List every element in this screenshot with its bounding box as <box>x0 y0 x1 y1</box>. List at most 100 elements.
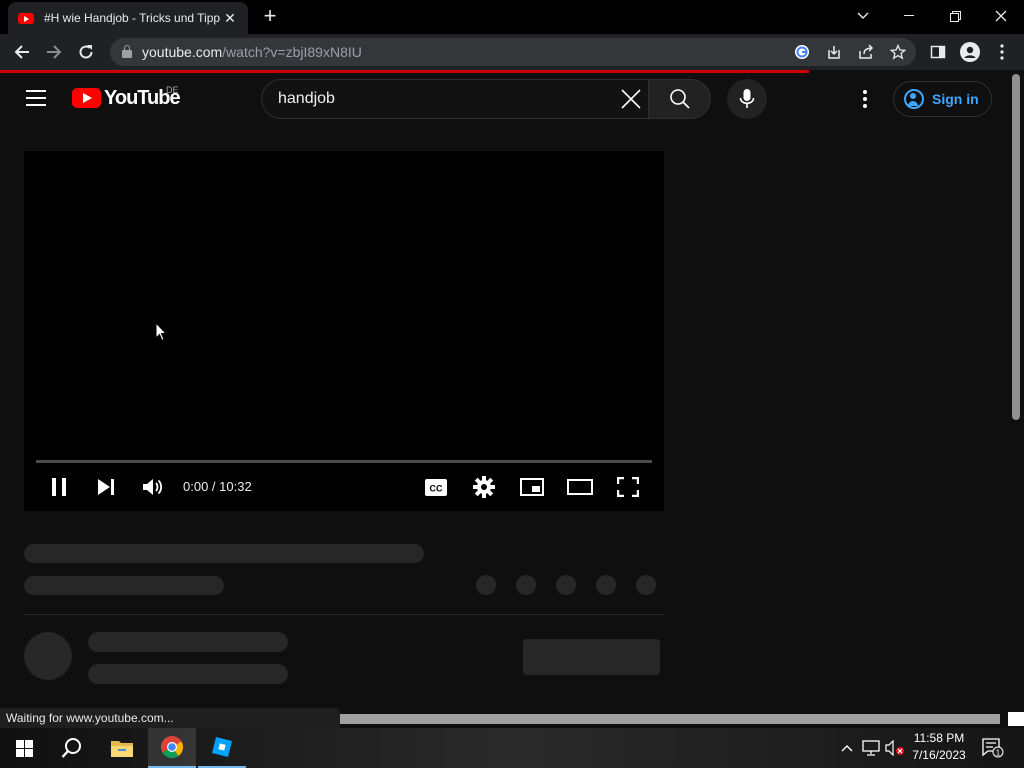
channel-avatar-skeleton <box>24 632 72 680</box>
cc-icon: CC <box>425 478 447 496</box>
action-skeleton <box>596 575 616 595</box>
side-panel-icon <box>930 45 946 59</box>
notification-icon: 1 <box>982 738 1004 758</box>
minimize-button[interactable] <box>886 0 932 32</box>
action-skeleton <box>636 575 656 595</box>
theater-icon <box>567 479 593 495</box>
mute-button[interactable] <box>140 474 166 500</box>
tab-search-button[interactable] <box>840 0 886 32</box>
browser-tab[interactable]: #H wie Handjob - Tricks und Tipps ✕ <box>8 2 248 34</box>
volume-muted-icon <box>885 740 904 756</box>
action-skeleton <box>516 575 536 595</box>
views-skeleton <box>24 576 224 595</box>
pause-icon <box>52 478 66 496</box>
close-window-button[interactable] <box>978 0 1024 32</box>
profile-button[interactable] <box>960 42 980 62</box>
guide-menu-icon[interactable] <box>26 90 46 106</box>
reload-button[interactable] <box>74 40 98 64</box>
video-player[interactable] <box>24 151 664 511</box>
time-display: 0:00 / 10:32 <box>183 479 252 494</box>
clear-search-button[interactable] <box>618 86 644 112</box>
channel-name-skeleton <box>88 632 288 652</box>
chrome-taskbar-button[interactable] <box>148 728 196 768</box>
volume-tray-button[interactable] <box>884 738 906 758</box>
arrow-right-icon <box>47 45 62 59</box>
clock-time: 11:58 PM <box>913 731 965 745</box>
svg-text:CC: CC <box>430 483 443 493</box>
folder-icon <box>111 741 133 757</box>
network-button[interactable] <box>860 738 882 758</box>
youtube-favicon-icon <box>18 12 34 24</box>
skip-next-icon <box>98 479 114 495</box>
sign-in-label: Sign in <box>932 91 979 107</box>
settings-more-icon[interactable] <box>855 88 875 110</box>
network-icon <box>862 740 880 756</box>
next-video-button[interactable] <box>93 474 119 500</box>
miniplayer-button[interactable] <box>519 474 545 500</box>
page-load-progress <box>0 70 809 73</box>
miniplayer-icon <box>520 478 544 496</box>
status-bubble: Waiting for www.youtube.com... <box>0 708 340 728</box>
action-skeleton <box>476 575 496 595</box>
start-button[interactable] <box>0 728 48 768</box>
google-icon <box>795 45 809 59</box>
horizontal-scrollbar[interactable] <box>338 714 1000 724</box>
tab-title: #H wie Handjob - Tricks und Tipps <box>44 11 220 25</box>
share-icon <box>859 44 874 59</box>
search-icon <box>61 738 81 758</box>
close-icon <box>995 10 1007 22</box>
video-progress-bar[interactable] <box>36 460 652 463</box>
microphone-icon <box>739 89 755 108</box>
file-explorer-taskbar-button[interactable] <box>98 728 146 768</box>
browser-menu-button[interactable] <box>992 42 1012 62</box>
restore-button[interactable] <box>932 0 978 32</box>
forward-button[interactable] <box>42 40 66 64</box>
chevron-up-icon <box>841 745 853 752</box>
country-code: DE <box>166 85 179 95</box>
gear-icon <box>473 476 495 498</box>
back-button[interactable] <box>10 40 34 64</box>
notification-count: 1 <box>996 749 1001 758</box>
volume-icon <box>143 479 163 495</box>
roblox-studio-icon <box>212 737 232 757</box>
action-skeleton <box>556 575 576 595</box>
settings-button[interactable] <box>471 474 497 500</box>
install-app-button[interactable] <box>824 42 844 62</box>
bookmark-button[interactable] <box>888 42 908 62</box>
scrollbar-corner <box>1008 712 1024 726</box>
search-button[interactable] <box>648 79 711 119</box>
star-icon <box>890 44 906 60</box>
side-panel-button[interactable] <box>928 42 948 62</box>
action-center-button[interactable]: 1 <box>980 738 1006 758</box>
show-hidden-icons-button[interactable] <box>838 738 856 758</box>
divider <box>24 614 664 615</box>
new-tab-button[interactable]: + <box>258 5 282 28</box>
vertical-scrollbar[interactable] <box>1012 74 1020 420</box>
download-icon <box>828 46 840 59</box>
close-icon <box>621 89 641 109</box>
youtube-logo[interactable]: YouTube <box>72 86 181 110</box>
share-button[interactable] <box>856 42 876 62</box>
captions-button[interactable]: CC <box>423 474 449 500</box>
tab-close-button[interactable]: ✕ <box>222 10 238 27</box>
minimize-icon <box>904 15 914 16</box>
sign-in-button[interactable]: Sign in <box>893 81 992 117</box>
search-icon <box>669 89 690 109</box>
reload-icon <box>79 45 93 59</box>
theater-mode-button[interactable] <box>567 474 593 500</box>
taskbar-clock[interactable]: 11:58 PM 7/16/2023 <box>906 730 972 764</box>
clock-date: 7/16/2023 <box>912 748 966 762</box>
roblox-studio-taskbar-button[interactable] <box>198 728 246 768</box>
pause-button[interactable] <box>46 474 72 500</box>
google-lens-button[interactable] <box>792 42 812 62</box>
fullscreen-icon <box>617 477 639 497</box>
youtube-play-icon <box>72 88 101 108</box>
voice-search-button[interactable] <box>727 79 767 119</box>
search-input[interactable]: handjob <box>261 79 649 119</box>
subscribe-skeleton <box>523 639 660 675</box>
url-text[interactable]: youtube.com/watch?v=zbjI89xN8IU <box>142 44 362 60</box>
account-icon <box>904 89 924 109</box>
fullscreen-button[interactable] <box>615 474 641 500</box>
search-taskbar-button[interactable] <box>48 728 96 768</box>
title-skeleton <box>24 544 424 563</box>
